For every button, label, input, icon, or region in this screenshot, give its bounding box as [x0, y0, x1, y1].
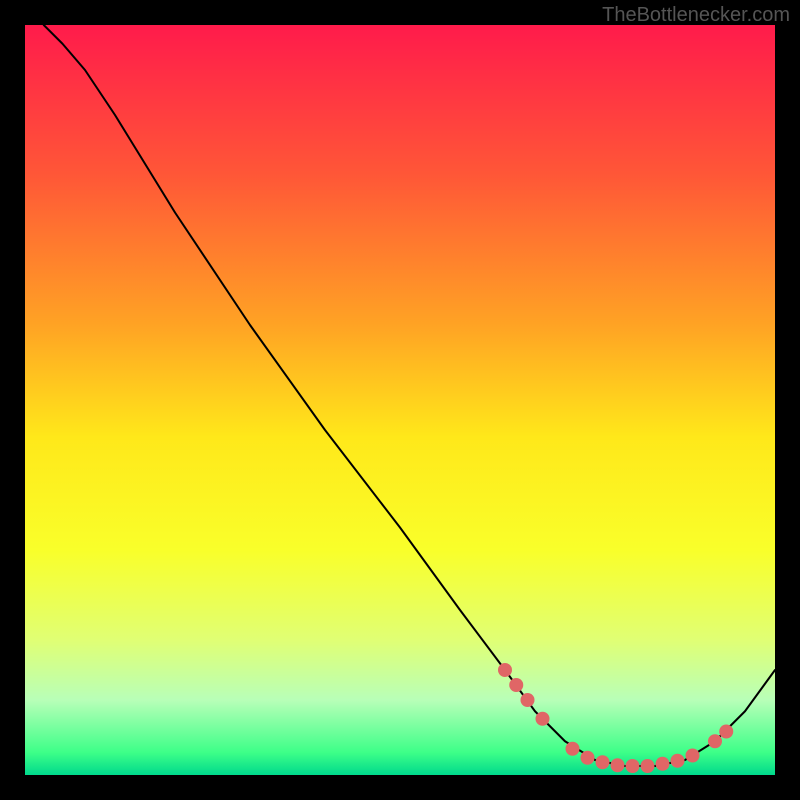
curve-marker: [521, 693, 535, 707]
curve-marker: [596, 755, 610, 769]
curve-marker: [498, 663, 512, 677]
curve-marker: [611, 758, 625, 772]
curve-marker: [509, 678, 523, 692]
curve-marker: [581, 751, 595, 765]
curve-marker: [686, 749, 700, 763]
chart-container: TheBottlenecker.com: [0, 0, 800, 800]
curve-marker: [566, 742, 580, 756]
watermark-text: TheBottlenecker.com: [602, 4, 790, 27]
gradient-background: [25, 25, 775, 775]
curve-marker: [536, 712, 550, 726]
curve-marker: [656, 757, 670, 771]
curve-marker: [708, 734, 722, 748]
curve-marker: [719, 725, 733, 739]
curve-marker: [641, 759, 655, 773]
chart-svg: [25, 25, 775, 775]
plot-area: [25, 25, 775, 775]
curve-marker: [626, 759, 640, 773]
curve-marker: [671, 754, 685, 768]
